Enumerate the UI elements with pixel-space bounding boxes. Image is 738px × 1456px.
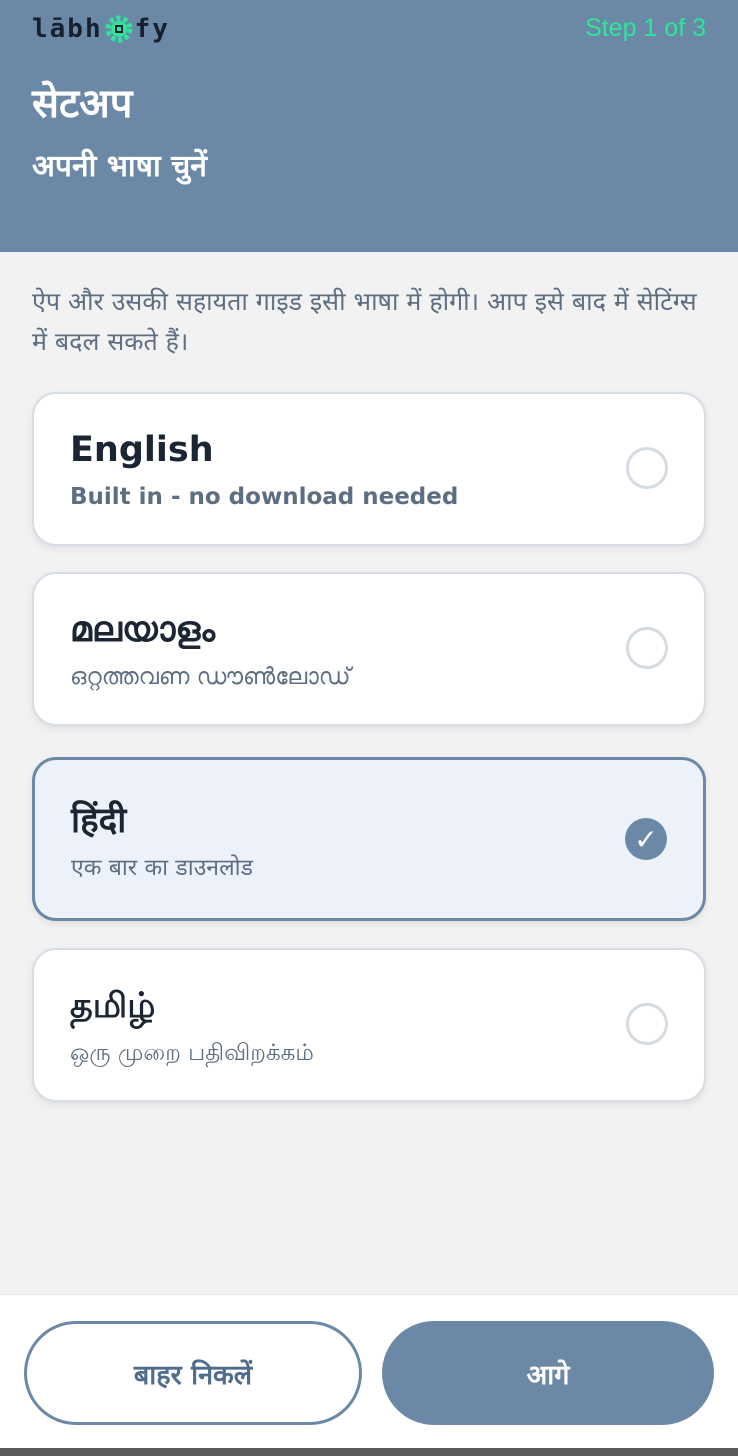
language-download-info: एक बार का डाउनलोड (71, 855, 253, 881)
step-indicator: Step 1 of 3 (585, 14, 706, 42)
language-name: தமிழ் (70, 986, 156, 1026)
gear-chip-icon (105, 15, 133, 43)
language-name: English (70, 430, 214, 470)
language-option-english[interactable]: English Built in - no download needed (32, 392, 706, 546)
language-option-malayalam[interactable]: മലയാളം ഒറ്റത്തവണ ഡൗൺലോഡ് (32, 572, 706, 726)
page-subtitle: अपनी भाषा चुनें (32, 149, 207, 184)
app-logo: lābh fy (32, 14, 170, 44)
language-download-info: Built in - no download needed (70, 484, 459, 510)
language-name: മലയാളം (70, 610, 216, 650)
logo-text-right: fy (134, 14, 170, 44)
language-option-tamil[interactable]: தமிழ் ஒரு முறை பதிவிறக்கம் (32, 948, 706, 1102)
header: lābh fy Step 1 of 3 सेटअप अपनी भाषा चुने… (0, 0, 738, 252)
logo-text-left: lābh (32, 14, 103, 44)
language-download-info: ஒரு முறை பதிவிறக்கம் (70, 1040, 314, 1066)
check-icon[interactable]: ✓ (625, 818, 667, 860)
language-name: हिंदी (71, 801, 127, 841)
language-option-hindi[interactable]: हिंदी एक बार का डाउनलोड ✓ (32, 757, 706, 921)
language-download-info: ഒറ്റത്തവണ ഡൗൺലോഡ് (70, 664, 351, 690)
footer-bar: बाहर निकलें आगे (0, 1294, 738, 1449)
radio-button[interactable] (626, 1003, 668, 1045)
page-title: सेटअप (32, 81, 133, 127)
description-text: ऐप और उसकी सहायता गाइड इसी भाषा में होगी… (32, 287, 697, 356)
radio-button[interactable] (626, 447, 668, 489)
radio-button[interactable] (626, 627, 668, 669)
exit-button[interactable]: बाहर निकलें (24, 1321, 362, 1425)
system-nav-bar (0, 1448, 738, 1456)
next-button[interactable]: आगे (382, 1321, 714, 1425)
